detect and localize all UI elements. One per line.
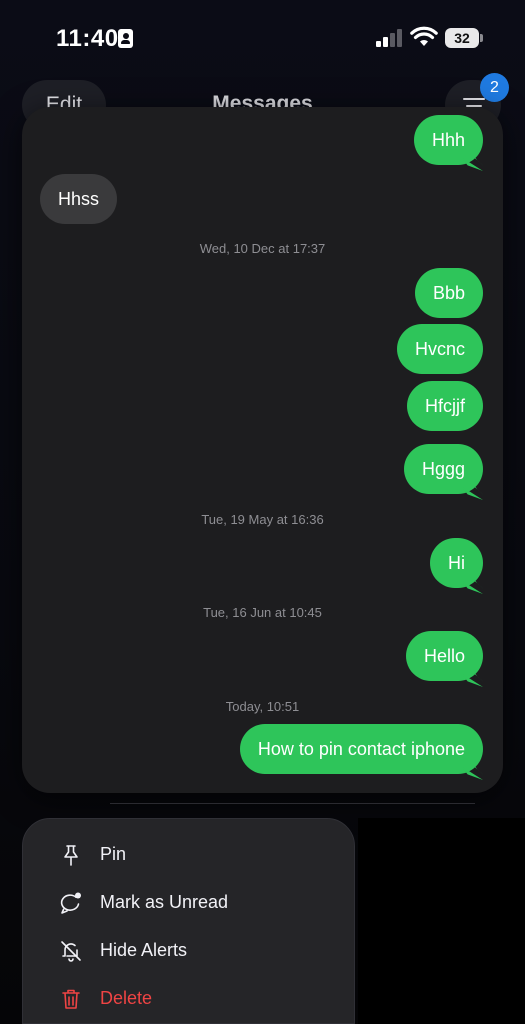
message-bubble-outgoing[interactable]: How to pin contact iphone [239,724,483,774]
unread-badge: 2 [480,73,509,102]
menu-item-mark-unread[interactable]: Mark as Unread [23,879,356,927]
timestamp: Wed, 10 Dec at 17:37 [199,241,326,256]
menu-item-pin[interactable]: Pin [23,831,356,879]
message-bubble-incoming[interactable]: Hhss [40,174,118,224]
message-bubble-outgoing[interactable]: Hvcnc [396,324,483,374]
bell-slash-icon [61,941,81,962]
menu-item-delete[interactable]: Delete [23,975,356,1023]
contact-card-icon [118,29,133,48]
battery-tip [480,34,483,42]
list-divider [110,803,475,804]
message-bubble-outgoing[interactable]: Hello [405,631,483,681]
pin-icon [64,845,78,866]
message-bubble-outgoing[interactable]: Hfcjjf [407,381,483,431]
menu-item-hide-alerts[interactable]: Hide Alerts [23,927,356,975]
timestamp: Tue, 16 Jun at 10:45 [203,605,322,620]
wifi-icon [410,26,438,46]
menu-item-label: Pin [100,844,127,864]
timestamp: Today, 10:51 [225,699,300,714]
context-menu: Pin Mark as Unread Hide Alerts Delete [22,818,355,1024]
message-bubble-outgoing[interactable]: Hhh [413,115,483,165]
menu-item-label: Delete [100,988,153,1008]
filter-icon [463,98,485,100]
timestamp: Tue, 19 May at 16:36 [201,512,324,527]
blank-area [358,818,525,1024]
trash-icon [62,989,80,1009]
screen: 11:40 32 Edit Messages 2 Hhh Hhss Wed, 1… [0,0,525,1024]
menu-item-label: Hide Alerts [100,940,188,960]
battery-indicator: 32 [445,28,479,48]
message-bubble-outgoing[interactable]: Hi [430,538,483,588]
menu-item-label: Mark as Unread [100,892,229,912]
unread-bubble-icon [60,892,81,914]
message-bubble-outgoing[interactable]: Bbb [414,268,483,318]
cellular-signal-icon [376,29,404,47]
message-bubble-outgoing[interactable]: Hggg [403,444,483,494]
conversation-preview[interactable]: Hhh Hhss Wed, 10 Dec at 17:37 Bbb Hvcnc … [22,107,503,793]
status-time: 11:40 [56,25,119,52]
